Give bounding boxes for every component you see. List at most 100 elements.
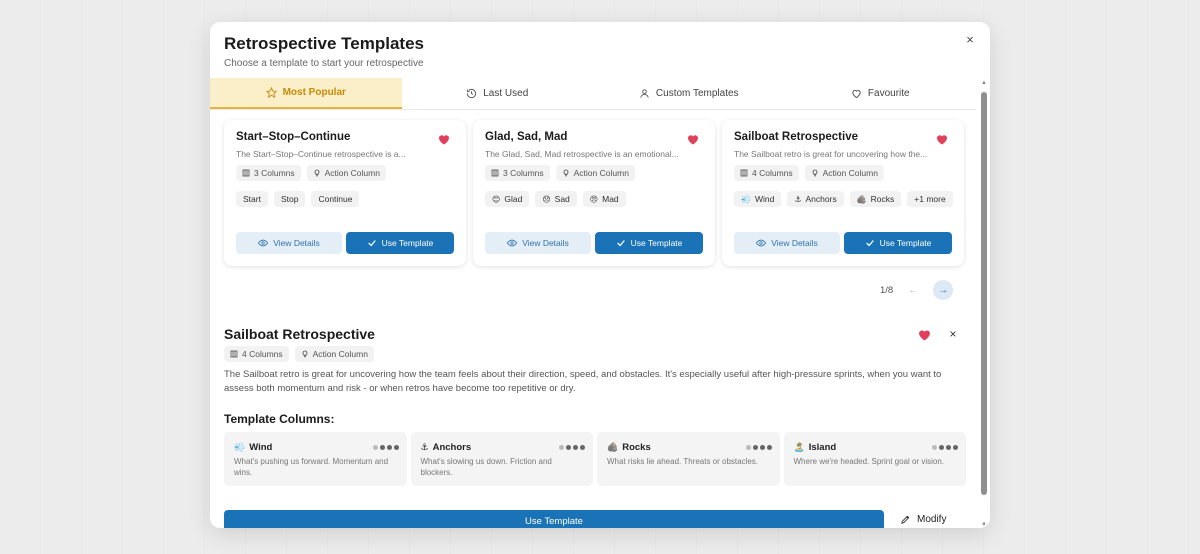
grid-icon xyxy=(740,169,748,177)
column-chip: Continue xyxy=(311,191,360,207)
card-meta: 3 Columns Action Column xyxy=(485,165,635,181)
lightbulb-icon xyxy=(302,350,308,358)
use-template-button[interactable]: Use Template xyxy=(595,232,703,254)
eye-icon xyxy=(507,239,518,247)
tab-label: Last Used xyxy=(483,88,529,99)
use-template-main-button[interactable]: Use Template xyxy=(224,510,884,528)
card-title: Glad, Sad, Mad xyxy=(485,131,568,143)
scroll-up-icon[interactable]: ▲ xyxy=(981,80,987,86)
modify-button[interactable]: Modify xyxy=(900,514,946,525)
lightbulb-icon xyxy=(563,169,569,177)
heart-icon[interactable] xyxy=(918,329,931,341)
sad-emoji-icon: 😞 xyxy=(542,194,551,204)
columns-count-chip: 3 Columns xyxy=(485,165,550,181)
use-template-button[interactable]: Use Template xyxy=(844,232,952,254)
arrow-right-icon[interactable]: → xyxy=(933,280,954,300)
tab-label: Most Popular xyxy=(282,87,346,98)
detail-description: The Sailboat retro is great for uncoveri… xyxy=(224,369,942,394)
rock-icon: 🪨 xyxy=(607,442,619,452)
color-dots xyxy=(745,445,772,450)
template-columns-heading: Template Columns: xyxy=(224,412,335,426)
more-columns-chip: +1 more xyxy=(907,191,953,207)
column-description: What risks lie ahead. Threats or obstacl… xyxy=(607,457,759,466)
card-meta: 3 Columns Action Column xyxy=(236,165,386,181)
pencil-icon xyxy=(901,515,910,524)
mad-emoji-icon: 😠 xyxy=(589,194,599,204)
eye-icon xyxy=(258,239,269,247)
anchor-icon: ⚓ xyxy=(794,194,802,204)
view-details-button[interactable]: View Details xyxy=(236,232,342,254)
grid-icon xyxy=(230,350,238,358)
column-name: Anchors xyxy=(432,442,472,453)
template-columns-list: 💨 Wind What's pushing us forward. Momentu… xyxy=(224,432,966,486)
column-description: Where we're headed. Sprint goal or visio… xyxy=(793,457,945,466)
tab-label: Favourite xyxy=(867,88,910,99)
column-chip: ⚓ Anchors xyxy=(787,191,844,207)
column-description: What's slowing us down. Friction and blo… xyxy=(420,457,552,477)
check-icon xyxy=(616,240,625,247)
template-tabs: Most Popular Last Used Custom Templates … xyxy=(210,78,976,110)
column-name: Wind xyxy=(249,442,273,453)
check-icon xyxy=(865,240,874,247)
use-template-button[interactable]: Use Template xyxy=(346,232,454,254)
column-name: Island xyxy=(808,442,837,453)
scroll-down-icon[interactable]: ▼ xyxy=(981,522,987,528)
column-description: What's pushing us forward. Momentum and … xyxy=(234,457,389,477)
check-icon xyxy=(367,240,376,247)
card-description: The Glad, Sad, Mad retrospective is an e… xyxy=(485,149,679,159)
detail-meta: 4 Columns Action Column xyxy=(224,346,374,362)
action-column-chip: Action Column xyxy=(555,165,635,181)
wind-icon: 💨 xyxy=(741,194,751,204)
tab-custom-templates[interactable]: Custom Templates xyxy=(593,78,785,109)
tab-label: Custom Templates xyxy=(655,88,739,99)
star-icon xyxy=(265,87,277,98)
page-indicator: 1/8 xyxy=(880,284,894,296)
heart-icon[interactable] xyxy=(936,134,948,145)
rock-icon: 🪨 xyxy=(856,194,867,204)
column-chip: 😞 Sad xyxy=(535,191,577,207)
column-card-rocks: 🪨 Rocks What risks lie ahead. Threats or … xyxy=(597,432,780,486)
card-columns: Start Stop Continue xyxy=(236,191,456,207)
card-title: Start–Stop–Continue xyxy=(236,131,351,143)
modal-scrollbar[interactable]: ▲ ▼ xyxy=(980,80,988,528)
template-card-start-stop-continue[interactable]: Start–Stop–Continue The Start–Stop–Conti… xyxy=(224,120,466,266)
modal-subtitle: Choose a template to start your retrospe… xyxy=(224,58,424,69)
column-card-island: 🏝️ Island Where we're headed. Sprint goal… xyxy=(783,432,966,486)
detail-close-icon[interactable]: × xyxy=(946,327,960,341)
template-cards: Start–Stop–Continue The Start–Stop–Conti… xyxy=(224,120,964,268)
card-description: The Sailboat retro is great for uncoveri… xyxy=(734,149,928,159)
card-meta: 4 Columns Action Column xyxy=(734,165,884,181)
card-title: Sailboat Retrospective xyxy=(734,131,858,143)
modal-close-icon[interactable]: × xyxy=(962,32,978,48)
column-chip: Stop xyxy=(273,191,306,207)
island-icon: 🏝️ xyxy=(793,442,805,452)
columns-count-chip: 4 Columns xyxy=(224,346,289,362)
heart-icon[interactable] xyxy=(687,134,699,145)
view-details-button[interactable]: View Details xyxy=(485,232,591,254)
column-name: Rocks xyxy=(622,442,651,453)
color-dots xyxy=(372,445,399,450)
tab-favourite[interactable]: Favourite xyxy=(785,78,977,109)
templates-modal: Retrospective Templates Choose a templat… xyxy=(210,22,990,528)
glad-emoji-icon: 😊 xyxy=(492,194,501,204)
lightbulb-icon xyxy=(314,169,320,177)
action-column-chip: Action Column xyxy=(306,165,386,181)
tab-most-popular[interactable]: Most Popular xyxy=(210,78,402,109)
color-dots xyxy=(932,445,958,450)
scroll-thumb[interactable] xyxy=(981,92,987,495)
columns-count-chip: 4 Columns xyxy=(734,165,799,181)
template-card-sailboat[interactable]: Sailboat Retrospective The Sailboat retr… xyxy=(722,120,964,266)
view-details-button[interactable]: View Details xyxy=(734,232,840,254)
arrow-left-icon[interactable]: ← xyxy=(903,280,923,300)
heart-outline-icon xyxy=(852,89,861,99)
column-chip: Start xyxy=(236,191,268,207)
column-chip: 😠 Mad xyxy=(582,191,626,207)
anchor-icon: ⚓ xyxy=(420,442,429,452)
tab-last-used[interactable]: Last Used xyxy=(402,78,594,109)
lightbulb-icon xyxy=(812,169,818,177)
eye-icon xyxy=(756,239,767,247)
template-card-glad-sad-mad[interactable]: Glad, Sad, Mad The Glad, Sad, Mad retros… xyxy=(473,120,715,266)
grid-icon xyxy=(491,169,499,177)
heart-icon[interactable] xyxy=(438,134,450,145)
column-chip: 🪨 Rocks xyxy=(849,191,902,207)
